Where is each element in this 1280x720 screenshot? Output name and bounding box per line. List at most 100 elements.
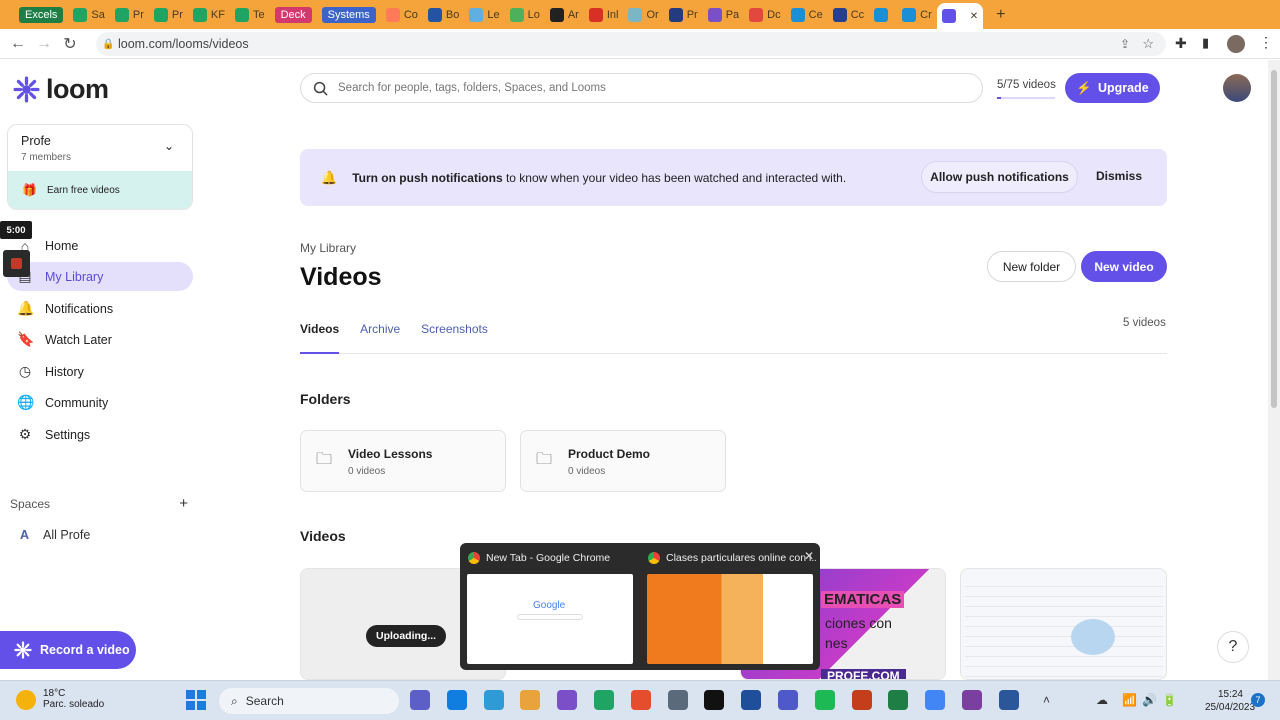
video-usage[interactable]: 5/75 videos <box>997 79 1056 99</box>
edge-icon[interactable] <box>446 690 467 710</box>
sidebar-item-community[interactable]: 🌐 Community <box>7 388 193 417</box>
sidebar-item-home[interactable]: ⌂ Home <box>7 231 193 260</box>
browser-tab[interactable]: KF <box>188 4 230 26</box>
sidebar-item-settings[interactable]: ⚙ Settings <box>7 420 193 449</box>
tab-label: Pr <box>171 8 183 21</box>
breadcrumb[interactable]: My Library <box>300 241 356 255</box>
browser-tab[interactable]: Pr <box>110 4 149 26</box>
tab-screenshots[interactable]: Screenshots <box>421 321 488 354</box>
browser-tab[interactable]: Pa <box>703 4 744 26</box>
close-tab-icon[interactable]: ✕ <box>970 11 978 22</box>
extensions-icon[interactable]: ✚ <box>1175 35 1187 52</box>
upgrade-button[interactable]: ⚡ Upgrade <box>1065 73 1160 103</box>
dismiss-button[interactable]: Dismiss <box>1096 169 1142 183</box>
browser-tab[interactable]: Or <box>623 4 663 26</box>
new-folder-button[interactable]: New folder <box>987 251 1076 282</box>
browser-tab[interactable]: ✕ <box>936 3 984 29</box>
battery-icon[interactable]: 🔋 <box>1162 693 1177 707</box>
browser-tab[interactable] <box>869 4 897 26</box>
browser-tab[interactable]: Co <box>381 4 423 26</box>
wifi-icon[interactable]: 📶 <box>1122 693 1137 707</box>
stop-recording-button[interactable] <box>3 250 30 277</box>
url-field[interactable]: 🔒 loom.com/looms/videos ⇪ ☆ <box>96 32 1166 56</box>
chat-icon[interactable] <box>410 690 430 710</box>
profile-avatar[interactable] <box>1227 35 1245 53</box>
clock[interactable]: 15:24 25/04/2023 <box>1205 688 1255 714</box>
browser-tab[interactable]: Bo <box>423 4 464 26</box>
workspace-switcher[interactable]: Profe 7 members ⌄ 🎁 Earn free videos <box>7 124 193 210</box>
browser-tab[interactable]: Cr <box>897 4 937 26</box>
scrollbar-thumb[interactable] <box>1271 70 1277 408</box>
chrome-icon[interactable] <box>925 690 946 710</box>
notification-badge[interactable]: 7 <box>1251 693 1265 707</box>
browser-tab[interactable]: Excels <box>14 4 68 26</box>
share-icon[interactable]: ⇪ <box>1120 37 1130 51</box>
weather-widget[interactable]: 18°C Parc. soleado <box>16 688 104 710</box>
sidebar-item-notifications[interactable]: 🔔 Notifications <box>7 294 193 323</box>
preview-window[interactable]: New Tab - Google Chrome Google <box>460 543 638 670</box>
slack-icon[interactable] <box>594 690 614 710</box>
explorer-icon[interactable] <box>520 690 541 710</box>
browser-tab[interactable]: Pr <box>149 4 188 26</box>
teams-icon[interactable] <box>778 690 798 710</box>
browser-tab[interactable]: Deck <box>270 4 317 26</box>
star-icon[interactable]: ☆ <box>1142 36 1154 52</box>
browser-tab[interactable]: Dc <box>744 4 785 26</box>
new-video-button[interactable]: New video <box>1081 251 1167 282</box>
app-icon[interactable] <box>704 690 725 710</box>
loom-logo[interactable]: loom <box>13 74 109 105</box>
browser-tab[interactable]: Lo <box>505 4 545 26</box>
chevron-down-icon[interactable]: ⌄ <box>164 139 174 153</box>
powerpoint-icon[interactable] <box>851 690 872 710</box>
record-video-button[interactable]: Record a video <box>0 631 136 669</box>
help-button[interactable]: ? <box>1217 631 1249 663</box>
cloud-icon[interactable]: ☁ <box>1096 693 1108 707</box>
browser-tab[interactable]: Te <box>230 4 270 26</box>
video-card[interactable] <box>960 568 1167 680</box>
add-space-icon[interactable]: + <box>179 495 188 512</box>
side-panel-icon[interactable]: ▮ <box>1202 35 1209 51</box>
preview-window[interactable]: Clases particulares online con l... <box>640 543 818 670</box>
sidebar-item-history[interactable]: ◷ History <box>7 357 193 386</box>
earn-free-videos-link[interactable]: 🎁 Earn free videos <box>8 171 192 209</box>
tab-archive[interactable]: Archive <box>360 321 400 354</box>
app-icon[interactable] <box>962 690 982 710</box>
excel-icon[interactable] <box>888 690 909 710</box>
menu-icon[interactable]: ⋮ <box>1259 34 1273 51</box>
taskbar-search[interactable]: ⌕ Search <box>219 688 399 714</box>
reload-icon[interactable]: ↻ <box>57 31 83 57</box>
user-avatar[interactable] <box>1223 74 1251 102</box>
tab-videos[interactable]: Videos <box>300 321 340 354</box>
browser-tab[interactable]: Ce <box>786 4 828 26</box>
calculator-icon[interactable] <box>667 690 688 710</box>
browser-tab[interactable]: Inl <box>584 4 624 26</box>
new-tab-icon[interactable]: + <box>991 4 1010 26</box>
chevron-up-icon[interactable]: ˄ <box>1043 693 1050 707</box>
space-all-profe[interactable]: A All Profe <box>20 528 90 542</box>
browser-tab[interactable]: Sa <box>68 4 109 26</box>
browser-tab[interactable]: Pr <box>664 4 703 26</box>
volume-icon[interactable]: 🔊 <box>1142 693 1157 707</box>
back-icon[interactable]: ← <box>5 31 31 57</box>
page-scrollbar[interactable] <box>1268 60 1280 680</box>
folder-card[interactable]: 🗀 Product Demo 0 videos <box>520 430 726 492</box>
word-icon[interactable] <box>998 690 1019 710</box>
close-preview-icon[interactable]: ✕ <box>804 549 814 563</box>
browser-tab[interactable]: Systems <box>317 4 381 26</box>
tab-favicon-icon <box>628 7 643 22</box>
sidebar-item-my-library[interactable]: ▤My Library <box>7 262 193 291</box>
chrome-icon[interactable] <box>630 690 651 710</box>
folder-card[interactable]: 🗀 Video Lessons 0 videos <box>300 430 506 492</box>
notepad-icon[interactable] <box>483 690 504 710</box>
browser-tab[interactable]: Ar <box>545 4 584 26</box>
search-input[interactable]: Search for people, tags, folders, Spaces… <box>300 73 983 103</box>
start-icon[interactable] <box>186 690 206 710</box>
spotify-icon[interactable] <box>814 690 835 710</box>
sidebar-item-watch-later[interactable]: 🔖 Watch Later <box>7 325 193 354</box>
browser-tab[interactable]: Cc <box>828 4 869 26</box>
forward-icon[interactable]: → <box>31 31 57 57</box>
browser-tab[interactable]: Le <box>464 4 504 26</box>
app-icon[interactable] <box>741 690 762 710</box>
app-icon[interactable] <box>557 690 578 710</box>
allow-push-button[interactable]: Allow push notifications <box>921 161 1078 193</box>
